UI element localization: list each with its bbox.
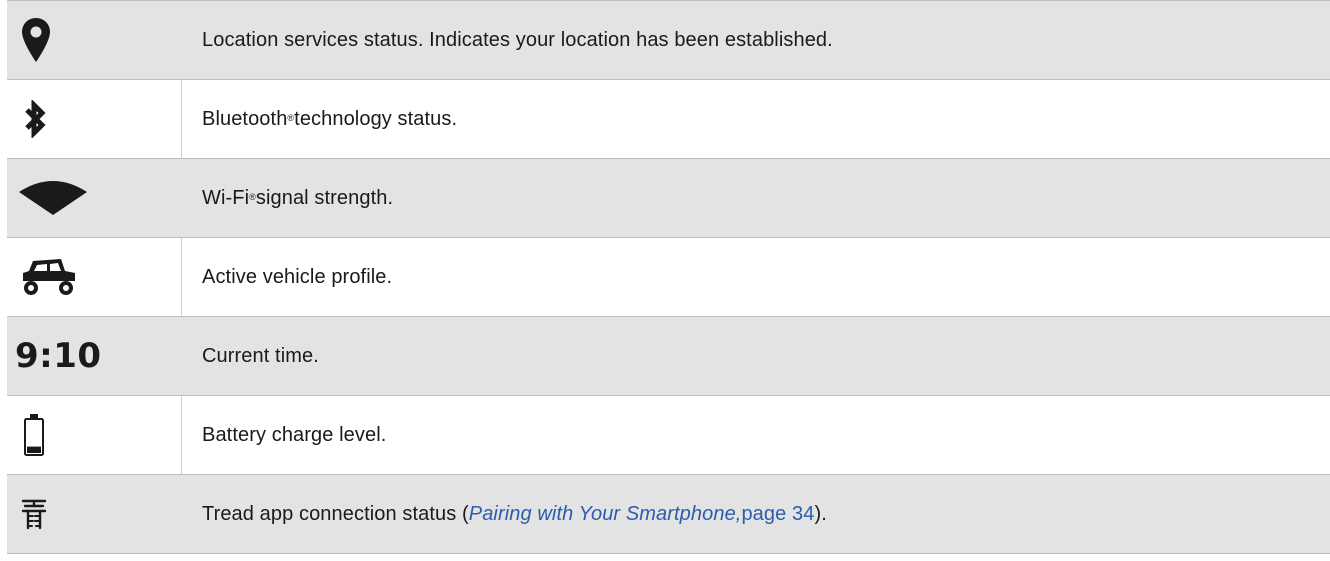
vehicle-profile-icon: [23, 259, 75, 295]
bluetooth-icon: [25, 100, 46, 138]
icon-cell: [7, 159, 182, 237]
icon-cell: [7, 475, 182, 553]
table-row: 9:10 Current time.: [7, 317, 1330, 396]
description-text: Wi-Fi: [202, 186, 250, 209]
table-row: Wi-Fi ® signal strength.: [7, 159, 1330, 238]
description-text: Bluetooth: [202, 107, 288, 130]
table-row: Location services status. Indicates your…: [7, 1, 1330, 80]
icon-cell: [7, 396, 182, 474]
page-reference-link[interactable]: page 34: [741, 503, 814, 526]
description-text-rest: signal strength.: [255, 186, 394, 209]
row-description: Battery charge level.: [182, 396, 1330, 474]
description-text: Active vehicle profile.: [202, 265, 393, 288]
description-text-suffix: ).: [814, 502, 827, 525]
row-description: Active vehicle profile.: [182, 238, 1330, 316]
table-row: Bluetooth ® technology status.: [7, 80, 1330, 159]
description-text-rest: technology status.: [294, 107, 458, 130]
icon-cell: [7, 1, 182, 79]
table-row: Tread app connection status (Pairing wit…: [7, 475, 1330, 554]
row-description: Tread app connection status (Pairing wit…: [182, 475, 1330, 553]
table-row: Battery charge level.: [7, 396, 1330, 475]
icon-cell: 9:10: [7, 317, 182, 395]
description-text: Battery charge level.: [202, 423, 387, 446]
description-text: Location services status. Indicates your…: [202, 28, 833, 51]
description-text: Current time.: [202, 344, 319, 367]
wifi-signal-icon: [19, 181, 87, 215]
icon-cell: [7, 238, 182, 316]
registered-mark: ®: [287, 113, 295, 123]
location-pin-icon: [22, 18, 50, 62]
row-description: Current time.: [182, 317, 1330, 395]
row-description: Bluetooth ® technology status.: [182, 80, 1330, 158]
row-description: Wi-Fi ® signal strength.: [182, 159, 1330, 237]
description-text: Tread app connection status (: [202, 502, 469, 525]
pairing-xref-link[interactable]: Pairing with Your Smartphone,: [469, 503, 742, 526]
table-row: Active vehicle profile.: [7, 238, 1330, 317]
battery-icon: [24, 414, 44, 456]
registered-mark: ®: [249, 192, 256, 202]
status-icon-table: Location services status. Indicates your…: [7, 0, 1330, 554]
icon-cell: [7, 80, 182, 158]
time-display: 9:10: [15, 336, 102, 376]
battery-fill: [27, 446, 41, 453]
row-description: Location services status. Indicates your…: [182, 1, 1330, 79]
tread-app-icon: [21, 499, 47, 530]
